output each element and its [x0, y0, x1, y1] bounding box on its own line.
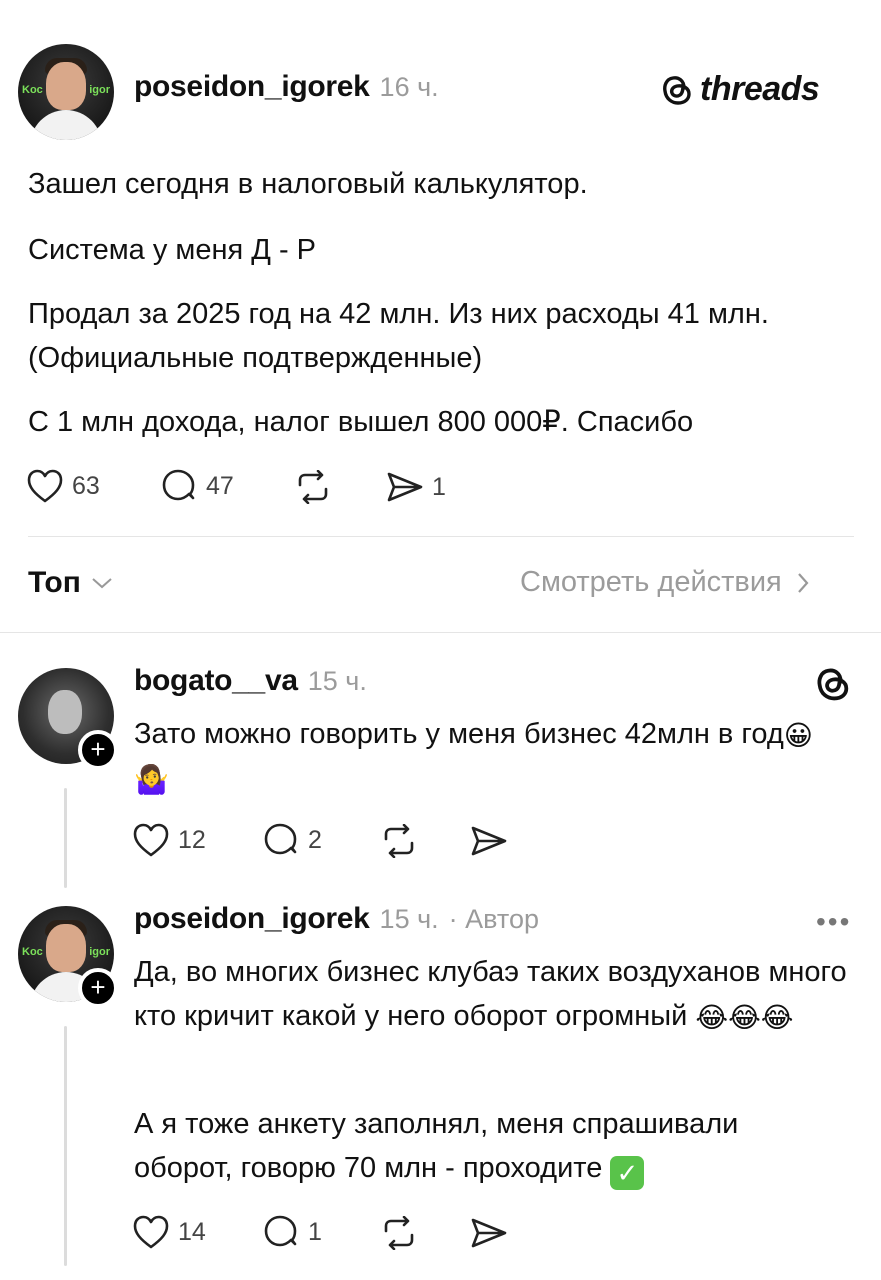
tears-of-joy-emoji: 😂: [695, 1002, 729, 1033]
like-button[interactable]: 14: [132, 1214, 206, 1250]
sort-dropdown[interactable]: Топ: [28, 566, 113, 600]
avatar-tag-left: Koc: [22, 946, 43, 958]
threads-logo-text: threads: [700, 70, 820, 108]
comment-icon: [264, 1215, 297, 1247]
avatar-shirt: [30, 110, 102, 140]
heart-icon: [27, 469, 63, 503]
check-mark-icon: ✓: [610, 1156, 645, 1190]
repost-icon: [384, 824, 414, 858]
reply-paragraph-1: Да, во многих бизнес клубаэ таких воздух…: [134, 950, 864, 1038]
share-count: 1: [432, 472, 446, 501]
post-time: 16 ч.: [379, 72, 439, 102]
avatar-tag-left: Koc: [22, 84, 43, 96]
thread-line: [64, 1026, 67, 1266]
divider: [28, 536, 854, 537]
like-count: 14: [178, 1217, 206, 1246]
author-label: · Автор: [448, 904, 540, 934]
post-header: poseidon_igorek 16 ч.: [134, 70, 439, 104]
comment-icon: [264, 823, 297, 855]
chevron-down-icon: [92, 578, 112, 589]
grinning-face-emoji: 😀: [783, 720, 813, 751]
avatar-tag-right: igor: [89, 84, 110, 96]
like-button[interactable]: 12: [132, 822, 206, 858]
share-button[interactable]: 1: [386, 470, 446, 504]
like-count: 12: [178, 825, 206, 854]
heart-icon: [133, 823, 169, 857]
comment-button[interactable]: 47: [160, 468, 234, 504]
reply-text-content: Зато можно говорить у меня бизнес 42млн …: [134, 718, 784, 750]
view-activity-link[interactable]: Смотреть действия: [520, 566, 810, 599]
comment-button[interactable]: 2: [262, 822, 322, 858]
avatar-face: [46, 924, 86, 972]
like-button[interactable]: 63: [26, 468, 100, 504]
reply-header: bogato__va 15 ч.: [134, 664, 367, 698]
reply-text: Зато можно говорить у меня бизнес 42млн …: [134, 712, 834, 800]
comment-count: 47: [206, 471, 234, 500]
repost-icon: [298, 470, 328, 504]
divider: [0, 632, 881, 633]
more-options-icon[interactable]: •••: [816, 906, 851, 938]
like-count: 63: [72, 471, 100, 500]
reply-header: poseidon_igorek 15 ч. · Автор: [134, 902, 539, 936]
reply-paragraph-2-text: А я тоже анкету заполнял, меня спрашивал…: [134, 1108, 739, 1184]
reply-time: 15 ч.: [379, 904, 439, 934]
threads-icon[interactable]: [814, 664, 852, 709]
repost-button[interactable]: [294, 470, 332, 504]
comment-button[interactable]: 1: [262, 1214, 322, 1250]
heart-icon: [133, 1215, 169, 1249]
reply-time: 15 ч.: [307, 666, 367, 696]
reply-username[interactable]: bogato__va: [134, 664, 298, 698]
post-paragraph-4: С 1 млн дохода, налог вышел 800 000₽. Сп…: [28, 406, 694, 438]
avatar-face: [48, 690, 82, 734]
share-button[interactable]: [470, 1216, 508, 1250]
repost-icon: [384, 1216, 414, 1250]
comment-count: 1: [308, 1217, 322, 1246]
send-icon: [471, 826, 507, 856]
reply-paragraph-2: А я тоже анкету заполнял, меня спрашивал…: [134, 1102, 834, 1190]
comment-icon: [162, 469, 195, 501]
post-paragraph-3: Продал за 2025 год на 42 млн. Из них рас…: [28, 298, 769, 374]
avatar-tag-right: igor: [89, 946, 110, 958]
repost-button[interactable]: [380, 1216, 418, 1250]
post-paragraph-2: Система у меня Д - Р: [28, 234, 317, 266]
post-username[interactable]: poseidon_igorek: [134, 70, 370, 104]
send-icon: [387, 472, 423, 502]
comment-count: 2: [308, 825, 322, 854]
threads-logo: threads: [660, 70, 820, 109]
repost-button[interactable]: [380, 824, 418, 858]
view-activity-label: Смотреть действия: [520, 566, 782, 598]
share-button[interactable]: [470, 824, 508, 858]
sort-label: Топ: [28, 566, 81, 599]
threads-logo-icon: [663, 75, 691, 105]
post-paragraph-1: Зашел сегодня в налоговый калькулятор.: [28, 168, 588, 200]
chevron-right-icon: [797, 572, 809, 593]
send-icon: [471, 1218, 507, 1248]
threads-icon-svg: [817, 668, 849, 701]
follow-plus-icon[interactable]: +: [78, 968, 118, 1008]
avatar[interactable]: Koc igor: [18, 44, 114, 140]
tears-of-joy-emoji: 😂: [760, 1002, 794, 1033]
avatar-face: [46, 62, 86, 110]
shrug-emoji: 🤷‍♀️: [134, 764, 169, 795]
tears-of-joy-emoji: 😂: [728, 1002, 761, 1033]
reply-username[interactable]: poseidon_igorek: [134, 902, 370, 936]
thread-line: [64, 788, 67, 888]
follow-plus-icon[interactable]: +: [78, 730, 118, 770]
